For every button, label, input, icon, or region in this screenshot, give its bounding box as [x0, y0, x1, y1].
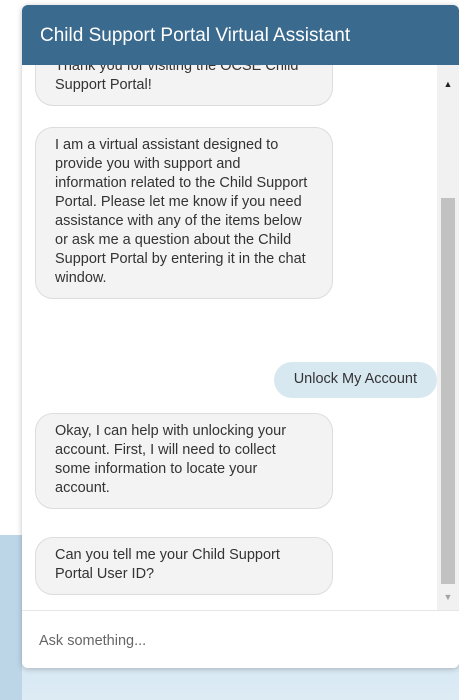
bot-message: Okay, I can help with unlocking your acc…	[35, 413, 333, 509]
user-message: Unlock My Account	[273, 362, 437, 398]
chat-input[interactable]	[22, 611, 459, 668]
scrollbar-thumb[interactable]	[441, 198, 455, 584]
scroll-up-icon[interactable]: ▲	[437, 73, 459, 95]
scroll-down-icon[interactable]: ▼	[437, 586, 459, 608]
message-list[interactable]: Thank you for visiting the OCSE Child Su…	[22, 65, 437, 610]
page-background-strip	[0, 535, 22, 700]
bot-message: Thank you for visiting the OCSE Child Su…	[35, 65, 333, 106]
bot-message: I am a virtual assistant designed to pro…	[35, 127, 333, 299]
bot-message: Can you tell me your Child Support Porta…	[35, 537, 333, 595]
chat-header-title: Child Support Portal Virtual Assistant	[22, 5, 459, 65]
chat-window: Child Support Portal Virtual Assistant T…	[22, 5, 459, 668]
input-bar	[22, 610, 459, 668]
scrollbar[interactable]: ▲ ▼	[437, 65, 459, 610]
